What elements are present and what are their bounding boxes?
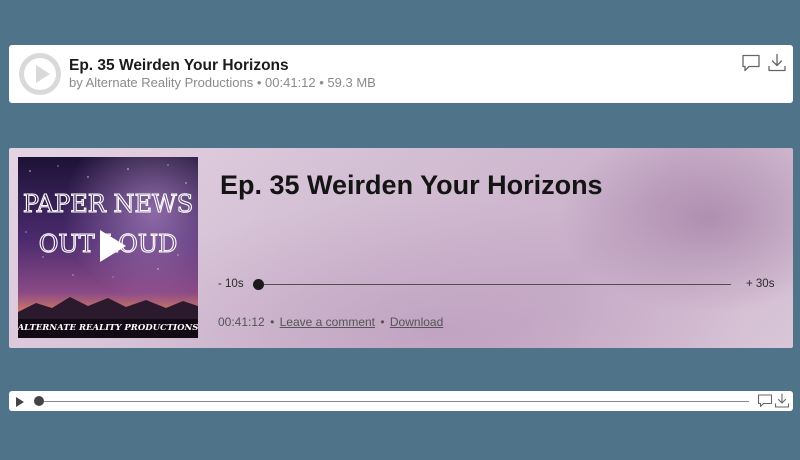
- play-icon: [16, 397, 24, 407]
- progress-handle[interactable]: [34, 396, 44, 406]
- comment-icon: [757, 394, 773, 408]
- episode-duration: 00:41:12: [218, 315, 265, 329]
- rewind-button[interactable]: - 10s: [218, 278, 244, 290]
- download-icon: [768, 53, 786, 72]
- download-link[interactable]: Download: [390, 315, 443, 329]
- download-icon: [774, 393, 790, 408]
- progress-handle[interactable]: [253, 279, 264, 290]
- download-button[interactable]: [767, 53, 787, 73]
- play-icon: [24, 58, 56, 90]
- comment-button[interactable]: [757, 393, 773, 409]
- podcast-player-slim: [9, 391, 793, 411]
- download-button[interactable]: [774, 393, 790, 409]
- leave-comment-link[interactable]: Leave a comment: [280, 315, 375, 329]
- episode-title: Ep. 35 Weirden Your Horizons: [69, 57, 289, 74]
- artwork-footer-text: ALTERNATE REALITY PRODUCTIONS: [18, 323, 198, 333]
- podcast-player-compact: Ep. 35 Weirden Your Horizons by Alternat…: [9, 45, 793, 103]
- episode-meta: by Alternate Reality Productions • 00:41…: [69, 75, 376, 90]
- forward-button[interactable]: + 30s: [746, 278, 774, 290]
- episode-artwork[interactable]: PAPER NEWS OUT LOUD ALTERNATE REALITY PR…: [18, 157, 198, 338]
- progress-track[interactable]: [43, 401, 749, 402]
- play-button[interactable]: [15, 395, 25, 407]
- comment-button[interactable]: [741, 53, 761, 73]
- separator: •: [380, 315, 385, 329]
- podcast-player-featured: PAPER NEWS OUT LOUD ALTERNATE REALITY PR…: [9, 148, 793, 348]
- episode-footer: 00:41:12 • Leave a comment • Download: [218, 315, 443, 329]
- play-button[interactable]: [19, 53, 61, 95]
- progress-track[interactable]: [259, 284, 731, 285]
- artwork-text-line1: PAPER NEWS: [23, 190, 193, 218]
- episode-title: Ep. 35 Weirden Your Horizons: [220, 170, 603, 200]
- separator: •: [270, 315, 275, 329]
- comment-icon: [742, 54, 760, 72]
